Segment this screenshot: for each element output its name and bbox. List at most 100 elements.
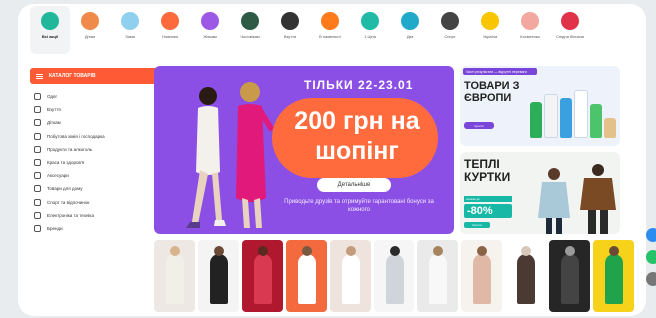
promo-buy-button[interactable]: Купити — [464, 222, 490, 228]
product-bottle-image — [560, 98, 572, 138]
category-3[interactable]: Новинки — [150, 6, 190, 54]
category-label: В наявності — [319, 34, 341, 39]
beauty-icon — [34, 159, 41, 167]
sidebar-item-6[interactable]: Аксесуари — [30, 169, 170, 182]
category-2[interactable]: Зима — [110, 6, 150, 54]
fire-icon — [321, 12, 339, 30]
shoe-icon — [34, 106, 41, 114]
europe-goods-promo[interactable]: Чисті результати — відчутні переваги ТОВ… — [460, 66, 620, 146]
category-12[interactable]: Косметика — [510, 6, 550, 54]
product-thumbnail[interactable] — [417, 240, 459, 312]
model-figure-image — [561, 254, 580, 304]
model-head-image — [389, 246, 400, 256]
model-figure-image — [385, 254, 404, 304]
category-0[interactable]: Всі акції — [30, 6, 70, 54]
product-thumbnail[interactable] — [549, 240, 591, 312]
product-thumbnail[interactable] — [373, 240, 415, 312]
sidebar-item-5[interactable]: Краса та здоров'я — [30, 156, 170, 169]
category-label: Дітям — [84, 34, 96, 39]
product-bottle-image — [544, 94, 558, 138]
category-13[interactable]: Спідня білизна — [550, 6, 590, 54]
sidebar-item-2[interactable]: Діткам — [30, 116, 170, 129]
model-head-image — [609, 246, 620, 256]
category-1[interactable]: Дітям — [70, 6, 110, 54]
category-5[interactable]: Чоловікам — [230, 6, 270, 54]
chat-icon[interactable] — [646, 228, 656, 242]
promo-buy-button[interactable]: Купити — [464, 122, 494, 129]
category-6[interactable]: Взуття — [270, 6, 310, 54]
sidebar-item-4[interactable]: Продукти та алкоголь — [30, 143, 170, 156]
main-banner[interactable]: ТІЛЬКИ 22-23.01 200 грн на шопінг Деталь… — [154, 66, 454, 234]
category-label: Взуття — [283, 34, 297, 39]
sidebar-item-label: Побутова хімія і господарка — [47, 133, 105, 139]
home-icon — [34, 185, 41, 193]
category-9[interactable]: Дім — [390, 6, 430, 54]
product-thumbnail[interactable] — [285, 240, 327, 312]
category-4[interactable]: Жінкам — [190, 6, 230, 54]
product-thumbnail[interactable] — [154, 240, 195, 312]
product-bottle-image — [590, 104, 602, 138]
model-figure-image — [605, 254, 624, 304]
sidebar-item-label: Взуття — [47, 107, 61, 113]
sidebar-item-label: Краса та здоров'я — [47, 160, 85, 166]
electronics-icon — [34, 211, 41, 219]
catalog-button[interactable]: КАТАЛОГ ТОВАРІВ — [30, 68, 170, 84]
model-head-image — [257, 246, 268, 256]
category-11[interactable]: Україна — [470, 6, 510, 54]
snowflake-icon — [121, 12, 139, 30]
model-figure-image — [429, 254, 448, 304]
model-head-image — [213, 246, 224, 256]
chemistry-icon — [34, 132, 41, 140]
food-icon — [34, 145, 41, 153]
sidebar-item-0[interactable]: Одяг — [30, 90, 170, 103]
whatsapp-icon[interactable] — [646, 250, 656, 264]
cosmetics-icon — [521, 12, 539, 30]
phone-icon[interactable] — [646, 272, 656, 286]
banner-headline: 200 грн на шопінг — [294, 107, 420, 165]
sidebar-item-3[interactable]: Побутова хімія і господарка — [30, 130, 170, 143]
category-bar: Всі акції Дітям Зима Новинки Жінкам Чоловікам… — [30, 6, 630, 58]
catalog-menu: Одяг Взуття Діткам Побутова хімія і господа… — [30, 90, 170, 235]
product-thumbnail[interactable] — [197, 240, 239, 312]
sidebar-item-9[interactable]: Електроніка та техніка — [30, 209, 170, 222]
heart-flag-icon — [481, 12, 499, 30]
bag-icon — [34, 172, 41, 180]
product-thumbnail[interactable] — [241, 240, 283, 312]
new-badge-icon — [161, 12, 179, 30]
model-figure-image — [209, 254, 228, 304]
sidebar-item-label: Продукти та алкоголь — [47, 146, 93, 152]
warm-jackets-promo[interactable]: ТЕПЛІ КУРТКИ знижки до -80% Купити — [460, 152, 620, 234]
category-7[interactable]: В наявності — [310, 6, 350, 54]
percent-icon — [41, 12, 59, 30]
sidebar-item-1[interactable]: Взуття — [30, 103, 170, 116]
menu-icon — [36, 73, 43, 79]
model-head-image — [301, 246, 312, 256]
category-10[interactable]: Спорт — [430, 6, 470, 54]
promo-title: ТОВАРИ З ЄВРОПИ — [464, 80, 520, 104]
product-bottle-image — [574, 90, 588, 138]
product-box-image — [604, 118, 616, 138]
woman-in-pink-dress-image — [236, 82, 274, 228]
kids-icon — [34, 119, 41, 127]
model-figure-image — [517, 254, 536, 304]
boot-icon — [281, 12, 299, 30]
product-thumbnail[interactable] — [505, 240, 547, 312]
category-label: Спідня білизна — [556, 34, 584, 39]
product-bottle-image — [530, 102, 542, 138]
sidebar-item-label: Аксесуари — [47, 173, 69, 179]
bra-icon — [561, 12, 579, 30]
model-figure-image — [253, 254, 272, 304]
kids-clothes-icon — [81, 12, 99, 30]
product-thumbnail[interactable] — [593, 240, 634, 312]
sidebar: КАТАЛОГ ТОВАРІВ Одяг Взуття Діткам Побутова… — [30, 68, 170, 235]
sidebar-item-7[interactable]: Товари для дому — [30, 182, 170, 195]
discount-caption: знижки до — [464, 196, 512, 202]
sidebar-item-10[interactable]: Бренди — [30, 222, 170, 235]
sidebar-item-8[interactable]: Спорт та відпочинок — [30, 196, 170, 209]
model-head-image — [345, 246, 356, 256]
details-button[interactable]: Детальніше — [317, 178, 391, 192]
product-thumbnail[interactable] — [329, 240, 371, 312]
brand-icon — [34, 224, 41, 232]
product-thumbnail[interactable] — [461, 240, 503, 312]
category-8[interactable]: 1 Ціна — [350, 6, 390, 54]
